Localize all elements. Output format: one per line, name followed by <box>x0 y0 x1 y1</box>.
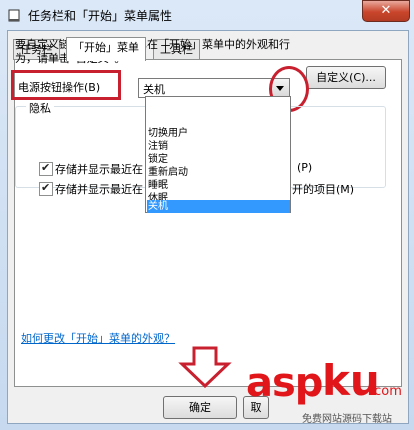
dropdown-option[interactable]: 注销 <box>147 140 290 153</box>
tab-start-menu[interactable]: 「开始」菜单 <box>66 37 146 61</box>
customize-button[interactable]: 自定义(C)... <box>306 66 386 89</box>
power-action-select[interactable]: 关机 <box>138 78 290 98</box>
dropdown-option[interactable]: 睡眠 <box>147 179 290 192</box>
dropdown-option[interactable]: 重新启动 <box>147 166 290 179</box>
watermark-brand: asp <box>246 360 323 406</box>
privacy-items-checkbox[interactable] <box>39 181 53 196</box>
customize-description: 要自定义链接、图标和菜单在「开始」菜单中的外观和行为，请单击“自定义”。 <box>15 38 290 65</box>
dialog-window: 任务栏和「开始」菜单属性 ✕ 任务栏 「开始」菜单 工具栏 要自定义链接、图标和… <box>0 0 414 430</box>
privacy-programs-label-tail: (P) <box>297 161 313 174</box>
privacy-title: 隐私 <box>26 100 54 116</box>
dropdown-option[interactable]: 锁定 <box>147 153 290 166</box>
privacy-programs-checkbox[interactable] <box>39 161 53 176</box>
ok-button[interactable]: 确定 <box>163 396 237 419</box>
help-link[interactable]: 如何更改「开始」菜单的外观？ <box>21 330 175 346</box>
close-button[interactable]: ✕ <box>362 0 410 22</box>
arrow-down-icon <box>178 346 232 388</box>
dropdown-option-selected[interactable]: 关机 <box>147 200 290 213</box>
power-button-label: 电源按钮操作(B) <box>18 81 101 94</box>
power-action-value: 关机 <box>143 83 165 96</box>
watermark-subtitle: 免费网站源码下载站 <box>302 414 392 425</box>
taskbar-icon <box>8 9 20 22</box>
privacy-items-label: 存储并显示最近在「开始」菜单和任务栏中打开的项目(M) <box>55 183 145 196</box>
power-action-dropdown: 切换用户 注销 锁定 重新启动 睡眠 休眠 关机 <box>145 96 291 213</box>
privacy-programs-label: 存储并显示最近在「开始」菜单中打开的程序(P) <box>55 163 145 176</box>
dropdown-option[interactable]: 切换用户 <box>147 127 290 140</box>
privacy-items-label-tail: 开的项目(M) <box>292 183 355 196</box>
window-title: 任务栏和「开始」菜单属性 <box>28 9 173 23</box>
watermark-tld: .com <box>370 384 402 399</box>
